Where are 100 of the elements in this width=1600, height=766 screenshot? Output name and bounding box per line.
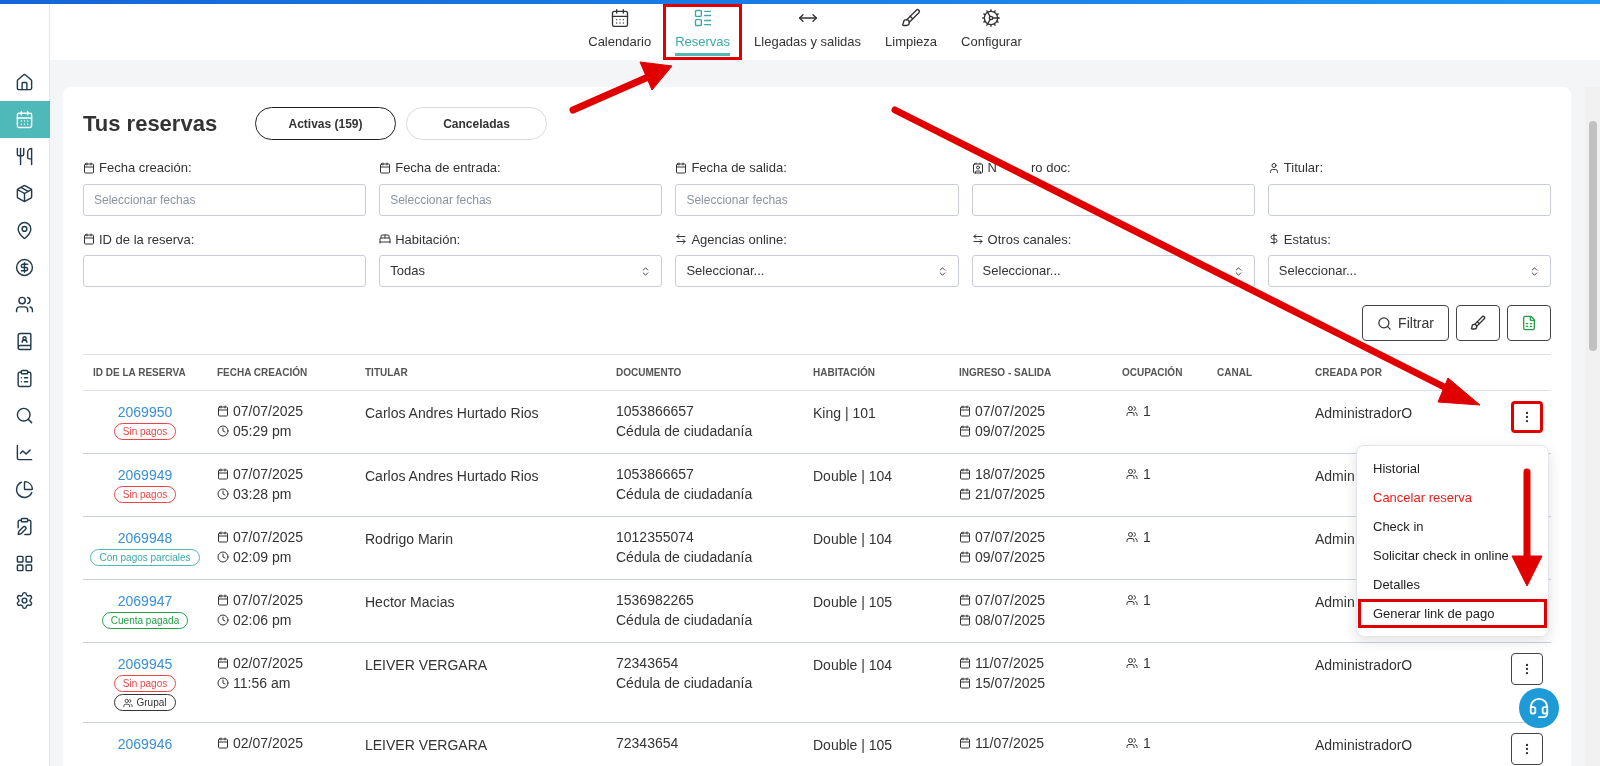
more-options-button[interactable] [1511, 733, 1543, 765]
calendar-icon [217, 737, 229, 749]
person-icon [1267, 161, 1280, 174]
dollar-icon [1267, 233, 1280, 246]
check-in-date: 18/07/2025 [975, 466, 1046, 482]
occupancy: 1 [1143, 592, 1151, 608]
created-by: AdministradorO [1315, 657, 1413, 673]
created-by: Admin [1315, 468, 1355, 484]
filter-label: N [987, 159, 997, 177]
exchange-icon [675, 233, 688, 246]
created-time: 03:28 pm [233, 486, 292, 502]
reservation-id-link[interactable]: 2069948 [117, 529, 173, 547]
check-in-date: 11/07/2025 [975, 735, 1045, 751]
nav-tab[interactable]: Calendario [576, 4, 664, 60]
filter-input[interactable] [971, 183, 1255, 216]
check-out-date: 21/07/2025 [975, 486, 1046, 502]
column-header: CANAL [1216, 366, 1253, 380]
column-header: CREADA POR [1314, 366, 1383, 380]
holder-name: Rodrigo Marin [365, 531, 453, 547]
clock-icon [217, 677, 229, 689]
contacts-book-icon [15, 332, 34, 351]
clear-filters-button[interactable] [1456, 305, 1500, 341]
check-in-date: 07/07/2025 [975, 403, 1046, 419]
column-header: HABITACIÓN [812, 365, 877, 380]
clock-icon [217, 551, 229, 563]
holder-name: LEIVER VERGARA [365, 737, 488, 753]
menu-item[interactable]: Cancelar reserva [1358, 483, 1547, 512]
filter-input[interactable] [83, 255, 367, 287]
search-icon [15, 406, 34, 425]
filter-input[interactable]: Seleccionar fechas [83, 183, 367, 216]
status-tab[interactable]: Activas (159) [255, 107, 396, 140]
status-tab[interactable]: Canceladas [406, 107, 547, 140]
reservation-id-link[interactable]: 2069949 [117, 466, 173, 484]
filter-input[interactable] [1267, 183, 1551, 216]
column-header: INGRESO - SALIDA [958, 366, 1053, 380]
menu-item[interactable]: Generar link de pago [1358, 599, 1547, 628]
menu-item[interactable]: Check in [1358, 512, 1547, 541]
filter-label: ID de la reserva: [99, 230, 195, 249]
document-number: 1053866657 [616, 466, 694, 482]
occupancy: 1 [1143, 403, 1151, 419]
id-card-icon [971, 161, 984, 174]
gear-icon [981, 7, 1002, 28]
filter-button[interactable]: Filtrar [1362, 305, 1449, 341]
room: King | 101 [813, 405, 876, 421]
dollar-icon [15, 258, 34, 277]
menu-item[interactable]: Solicitar check in online [1358, 541, 1547, 570]
calendar-icon [959, 468, 971, 480]
reservation-id-link[interactable]: 2069946 [117, 735, 173, 753]
document-number: 1536982265 [616, 592, 694, 608]
nav-tab[interactable]: Limpieza [873, 4, 950, 60]
calendar-icon [959, 594, 971, 606]
menu-item[interactable]: Detalles [1358, 570, 1547, 599]
holder-name: Carlos Andres Hurtado Rios [365, 468, 539, 484]
check-in-date: 11/07/2025 [975, 655, 1045, 671]
check-in-date: 07/07/2025 [975, 592, 1046, 608]
nav-tab[interactable]: Llegadas y salidas [742, 4, 873, 60]
check-out-date: 09/07/2025 [975, 423, 1046, 439]
column-header: TITULAR [364, 366, 409, 380]
column-header: ID DE LA RESERVA [92, 366, 187, 380]
column-header: DOCUMENTO [615, 366, 683, 380]
line-chart-icon [15, 443, 34, 462]
home-icon [15, 73, 34, 92]
list-icon [692, 7, 713, 28]
select-field[interactable]: Seleccionar... [971, 255, 1255, 287]
clock-icon [217, 425, 229, 437]
reservation-id-link[interactable]: 2069947 [117, 592, 173, 610]
package-icon [15, 184, 34, 203]
holder-name: LEIVER VERGARA [365, 657, 488, 673]
excel-export-button[interactable] [1507, 305, 1551, 341]
filter-input[interactable]: Seleccionar fechas [675, 183, 959, 216]
spreadsheet-icon [1521, 315, 1537, 331]
calendar-icon [609, 7, 630, 28]
filter-input[interactable]: Seleccionar fechas [379, 183, 663, 216]
more-options-button[interactable] [1511, 401, 1543, 433]
calendar-icon [959, 531, 971, 543]
room: Double | 104 [813, 657, 893, 673]
people-icon [1126, 405, 1138, 417]
grid-icon [15, 554, 34, 573]
created-by: Admin [1315, 594, 1355, 610]
page-title: Tus reservas [83, 110, 219, 138]
more-options-button[interactable] [1511, 653, 1543, 685]
select-field[interactable]: Seleccionar... [1267, 255, 1551, 287]
calendar-icon [379, 161, 392, 174]
calendar-icon [217, 531, 229, 543]
document-type: Cédula de ciudadanía [616, 486, 753, 502]
created-date: 07/07/2025 [233, 592, 304, 608]
check-out-date: 08/07/2025 [975, 612, 1046, 628]
reservation-id-link[interactable]: 2069950 [117, 403, 173, 421]
calendar-icon [959, 405, 971, 417]
clipboard-icon [15, 517, 34, 536]
reservation-id-link[interactable]: 2069945 [117, 655, 173, 673]
occupancy: 1 [1143, 655, 1151, 671]
menu-item[interactable]: Historial [1358, 454, 1547, 483]
check-in-date: 07/07/2025 [975, 529, 1046, 545]
select-field[interactable]: Todas [379, 255, 663, 287]
people-icon [1126, 657, 1138, 669]
check-out-date: 15/07/2025 [975, 675, 1046, 691]
select-field[interactable]: Seleccionar... [675, 255, 959, 287]
nav-tab[interactable]: Configurar [949, 4, 1034, 60]
room: Double | 104 [813, 531, 893, 547]
